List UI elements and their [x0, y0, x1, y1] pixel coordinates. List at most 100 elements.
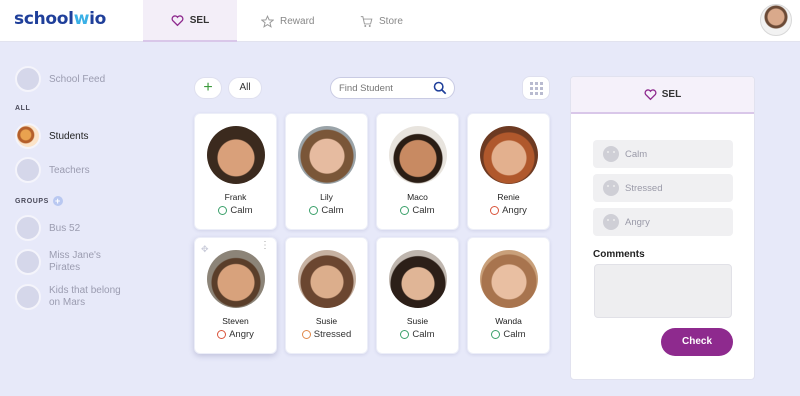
- student-card[interactable]: Renie Angry: [467, 113, 550, 230]
- mood-label: Angry: [229, 329, 254, 340]
- sel-panel: SEL Calm Stressed Angry Comments Check: [570, 76, 755, 380]
- students-icon: [15, 123, 41, 149]
- mood-label: Calm: [412, 329, 435, 340]
- cart-icon: [360, 15, 373, 27]
- mood-option-stressed[interactable]: Stressed: [593, 174, 733, 202]
- student-name: Wanda: [495, 316, 522, 326]
- tab-store-label: Store: [379, 15, 403, 27]
- student-mood: Calm: [286, 205, 367, 216]
- group-avatar-icon: [15, 215, 41, 241]
- mood-option-label: Angry: [625, 216, 650, 228]
- all-filter-button[interactable]: All: [228, 77, 262, 99]
- sidebar-item-group[interactable]: Bus 52: [15, 215, 80, 241]
- mood-label: Stressed: [313, 329, 352, 340]
- calm-face-icon: [218, 206, 228, 215]
- comments-label: Comments: [593, 249, 645, 260]
- student-name: Steven: [222, 316, 249, 326]
- sidebar-item-label: Miss Jane's Pirates: [49, 250, 101, 273]
- sidebar-item-students[interactable]: Students: [15, 123, 88, 149]
- student-card[interactable]: Susie Stressed: [285, 237, 368, 354]
- calm-face-icon: [491, 330, 501, 339]
- sidebar-item-label: School Feed: [49, 73, 106, 85]
- mood-option-calm[interactable]: Calm: [593, 140, 733, 168]
- student-mood: Calm: [377, 329, 458, 340]
- sidebar-item-label: Kids that belong on Mars: [49, 285, 121, 308]
- student-card[interactable]: Wanda Calm: [467, 237, 550, 354]
- logo-text-io: io: [89, 9, 107, 29]
- grid-view-button[interactable]: [522, 76, 550, 100]
- mood-label: Calm: [230, 205, 253, 216]
- angry-face-icon: [490, 206, 500, 215]
- add-student-button[interactable]: +: [194, 77, 222, 99]
- student-card[interactable]: ✥ ⋮ Steven Angry: [194, 237, 277, 354]
- heart-icon: [171, 14, 184, 26]
- student-card[interactable]: Lily Calm: [285, 113, 368, 230]
- mood-option-label: Stressed: [625, 182, 663, 194]
- mood-option-angry[interactable]: Angry: [593, 208, 733, 236]
- student-name: Susie: [315, 316, 338, 326]
- sidebar-item-group[interactable]: Kids that belong on Mars: [15, 284, 145, 310]
- sidebar-section-all: ALL: [15, 105, 31, 112]
- student-name: Frank: [224, 192, 247, 202]
- check-button[interactable]: Check: [661, 328, 733, 356]
- top-bar: schoolwio SEL Reward Store: [0, 0, 800, 42]
- stressed-face-icon: [603, 180, 619, 196]
- tab-sel-label: SEL: [189, 14, 210, 26]
- user-avatar[interactable]: [760, 4, 792, 36]
- student-mood: Angry: [195, 329, 276, 340]
- group-avatar-icon: [15, 249, 41, 275]
- student-mood: Calm: [468, 329, 549, 340]
- student-photo: [389, 126, 447, 184]
- more-options-icon[interactable]: ⋮: [260, 241, 270, 251]
- search-icon[interactable]: [433, 81, 447, 95]
- groups-section-label: GROUPS: [15, 197, 49, 205]
- student-mood: Calm: [195, 205, 276, 216]
- tab-reward-label: Reward: [280, 15, 315, 27]
- add-group-icon[interactable]: +: [52, 196, 63, 206]
- student-card[interactable]: Frank Calm: [194, 113, 277, 230]
- calm-face-icon: [400, 206, 410, 215]
- student-photo: [207, 126, 265, 184]
- logo-text-w: w: [73, 9, 90, 29]
- student-name: Maco: [407, 192, 428, 202]
- sidebar-item-group[interactable]: Miss Jane's Pirates: [15, 249, 135, 275]
- student-photo: [207, 250, 265, 308]
- calm-face-icon: [603, 146, 619, 162]
- sidebar-item-label: Teachers: [49, 164, 90, 176]
- search-input[interactable]: [339, 81, 434, 96]
- student-mood: Angry: [468, 205, 549, 216]
- student-photo: [298, 250, 356, 308]
- student-mood: Stressed: [286, 329, 367, 340]
- sidebar-item-school-feed[interactable]: School Feed: [15, 66, 105, 92]
- mood-label: Calm: [503, 329, 526, 340]
- sidebar-item-label: Students: [49, 130, 89, 142]
- student-mood: Calm: [377, 205, 458, 216]
- tab-sel[interactable]: SEL: [143, 0, 237, 42]
- student-name: Lily: [320, 192, 333, 202]
- student-card[interactable]: Maco Calm: [376, 113, 459, 230]
- tab-store[interactable]: Store: [360, 0, 403, 42]
- calm-face-icon: [309, 206, 319, 215]
- mood-label: Angry: [502, 205, 527, 216]
- sidebar-item-label: Bus 52: [49, 222, 81, 234]
- student-photo: [480, 126, 538, 184]
- student-photo: [389, 250, 447, 308]
- schoolwio-logo[interactable]: schoolwio: [14, 9, 106, 29]
- sidebar-section-groups: GROUPS +: [15, 196, 63, 206]
- logo-text-school: school: [14, 9, 74, 29]
- panel-header: SEL: [571, 77, 754, 114]
- student-name: Susie: [406, 316, 429, 326]
- angry-face-icon: [217, 330, 227, 339]
- student-card[interactable]: Susie Calm: [376, 237, 459, 354]
- student-name: Renie: [497, 192, 520, 202]
- heart-icon: [644, 89, 657, 101]
- mood-option-label: Calm: [625, 148, 648, 160]
- comments-field[interactable]: [594, 264, 732, 318]
- sidebar-item-teachers[interactable]: Teachers: [15, 157, 90, 183]
- star-icon: [261, 14, 274, 28]
- tab-reward[interactable]: Reward: [261, 0, 314, 42]
- drag-handle-icon[interactable]: ✥: [201, 244, 209, 255]
- angry-face-icon: [603, 214, 619, 230]
- mood-label: Calm: [412, 205, 435, 216]
- teachers-icon: [15, 157, 41, 183]
